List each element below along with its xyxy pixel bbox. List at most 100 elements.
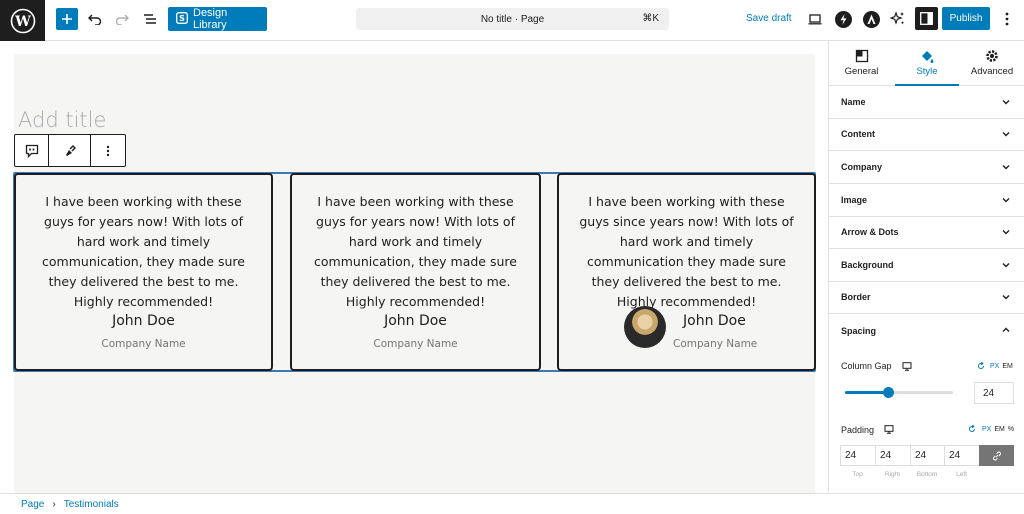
panel-title: Border bbox=[841, 292, 871, 302]
astra-plugin-icon[interactable] bbox=[862, 10, 880, 28]
unit-em[interactable]: EM bbox=[1002, 363, 1013, 370]
padding-unit-switcher[interactable]: PX EM % bbox=[982, 426, 1014, 433]
padding-right-input[interactable]: 24 bbox=[875, 445, 910, 466]
save-draft-button[interactable]: Save draft bbox=[746, 13, 792, 24]
breadcrumb: Page › Testimonials bbox=[0, 493, 1024, 514]
publish-button[interactable]: Publish bbox=[942, 7, 990, 30]
panel-company[interactable]: Company bbox=[829, 151, 1024, 184]
testimonial-quote: I have been working with these guys for … bbox=[314, 194, 517, 309]
column-gap-unit-switcher[interactable]: PX EM bbox=[990, 363, 1013, 370]
shortcut-hint: ⌘K bbox=[642, 13, 659, 24]
ai-sparkle-icon[interactable] bbox=[889, 10, 907, 28]
tab-advanced[interactable]: Advanced bbox=[959, 41, 1024, 86]
reset-icon[interactable] bbox=[977, 362, 985, 370]
command-palette-button[interactable]: No title · Page ⌘K bbox=[356, 8, 669, 30]
column-gap-slider-thumb[interactable] bbox=[882, 387, 894, 398]
preview-icon[interactable] bbox=[806, 11, 824, 27]
tab-general[interactable]: General bbox=[829, 41, 894, 86]
layout-icon bbox=[855, 49, 869, 63]
chevron-down-icon bbox=[1002, 132, 1010, 137]
desktop-device-icon[interactable] bbox=[902, 362, 912, 371]
style-copy-brush-icon[interactable] bbox=[49, 135, 91, 166]
testimonial-name: John Doe bbox=[384, 313, 447, 329]
design-library-label: Design Library bbox=[193, 7, 228, 31]
unit-px[interactable]: PX bbox=[990, 363, 999, 370]
panel-content[interactable]: Content bbox=[829, 118, 1024, 151]
testimonial-block-icon[interactable] bbox=[15, 135, 49, 166]
column-gap-slider-track[interactable] bbox=[845, 387, 953, 398]
panel-name[interactable]: Name bbox=[829, 86, 1024, 119]
testimonial-card[interactable]: I have been working with these guys sinc… bbox=[557, 173, 816, 371]
testimonial-company: Company Name bbox=[101, 338, 186, 350]
padding-right-label: Right bbox=[884, 471, 901, 478]
document-overview-icon[interactable] bbox=[141, 10, 159, 28]
testimonial-card[interactable]: I have been working with these guys for … bbox=[290, 173, 541, 371]
bolt-plugin-icon[interactable] bbox=[834, 10, 852, 28]
document-title: No title · Page bbox=[480, 13, 545, 25]
undo-icon[interactable] bbox=[86, 10, 104, 28]
chevron-down-icon bbox=[1002, 100, 1010, 105]
top-toolbar: W S Design Library No title · Page ⌘K Sa… bbox=[0, 0, 1024, 41]
panel-background[interactable]: Background bbox=[829, 249, 1024, 282]
panel-title: Name bbox=[841, 97, 866, 107]
settings-sidebar: General Style Advanced Name Content Comp… bbox=[828, 41, 1024, 493]
redo-icon[interactable] bbox=[113, 10, 131, 28]
unit-em[interactable]: EM bbox=[994, 426, 1005, 433]
testimonial-name: John Doe bbox=[683, 313, 746, 329]
settings-sidebar-toggle-icon[interactable] bbox=[915, 7, 938, 30]
panel-image[interactable]: Image bbox=[829, 184, 1024, 217]
panel-title: Content bbox=[841, 129, 875, 139]
tab-label: Style bbox=[916, 66, 938, 77]
link-values-button[interactable] bbox=[979, 445, 1014, 466]
more-options-icon[interactable] bbox=[998, 10, 1016, 28]
breadcrumb-item-page[interactable]: Page bbox=[21, 499, 44, 510]
padding-left-label: Left bbox=[956, 471, 967, 478]
chevron-down-icon bbox=[1002, 198, 1010, 203]
chevron-up-icon bbox=[1002, 327, 1010, 332]
testimonial-avatar bbox=[624, 306, 666, 348]
sidebar-tabs: General Style Advanced bbox=[829, 41, 1024, 86]
tab-label: General bbox=[844, 66, 879, 77]
design-library-button[interactable]: S Design Library bbox=[168, 7, 267, 31]
testimonial-quote: I have been working with these guys sinc… bbox=[579, 194, 794, 309]
unit-percent[interactable]: % bbox=[1008, 426, 1014, 433]
testimonial-company: Company Name bbox=[373, 338, 458, 350]
tab-label: Advanced bbox=[970, 66, 1014, 77]
panel-spacing[interactable]: Spacing bbox=[829, 314, 1024, 347]
unit-px[interactable]: PX bbox=[982, 426, 991, 433]
block-toolbar bbox=[14, 134, 126, 167]
block-options-icon[interactable] bbox=[91, 135, 125, 166]
paint-bucket-icon bbox=[920, 49, 934, 63]
padding-bottom-label: Bottom bbox=[916, 471, 938, 478]
chevron-down-icon bbox=[1002, 230, 1010, 235]
panel-title: Background bbox=[841, 260, 894, 270]
padding-label: Padding bbox=[841, 425, 875, 435]
panel-title: Image bbox=[841, 195, 868, 205]
column-gap-slider-fill bbox=[845, 391, 889, 394]
column-gap-label: Column Gap bbox=[841, 361, 892, 371]
chevron-down-icon bbox=[1002, 295, 1010, 300]
chevron-down-icon bbox=[1002, 165, 1010, 170]
padding-top-input[interactable]: 24 bbox=[840, 445, 875, 466]
breadcrumb-item-testimonials[interactable]: Testimonials bbox=[64, 499, 119, 510]
testimonial-name: John Doe bbox=[112, 313, 175, 329]
testimonial-card[interactable]: I have been working with these guys for … bbox=[14, 173, 273, 371]
panel-title: Spacing bbox=[841, 325, 877, 336]
padding-left-input[interactable]: 24 bbox=[944, 445, 979, 466]
wordpress-logo-icon[interactable]: W bbox=[0, 0, 45, 41]
desktop-device-icon[interactable] bbox=[884, 425, 894, 434]
panel-arrow-dots[interactable]: Arrow & Dots bbox=[829, 216, 1024, 249]
tab-style[interactable]: Style bbox=[895, 41, 959, 86]
link-icon bbox=[992, 451, 1001, 460]
panel-title: Company bbox=[841, 162, 883, 172]
panel-title: Arrow & Dots bbox=[841, 227, 899, 237]
padding-bottom-input[interactable]: 24 bbox=[910, 445, 944, 466]
chevron-down-icon bbox=[1002, 263, 1010, 268]
testimonial-company: Company Name bbox=[673, 338, 758, 350]
svg-text:W: W bbox=[14, 14, 31, 30]
column-gap-input[interactable]: 24 bbox=[974, 382, 1014, 404]
post-title-input[interactable]: Add title bbox=[18, 108, 106, 132]
reset-icon[interactable] bbox=[968, 425, 976, 433]
panel-border[interactable]: Border bbox=[829, 281, 1024, 314]
add-block-button[interactable] bbox=[56, 8, 78, 30]
